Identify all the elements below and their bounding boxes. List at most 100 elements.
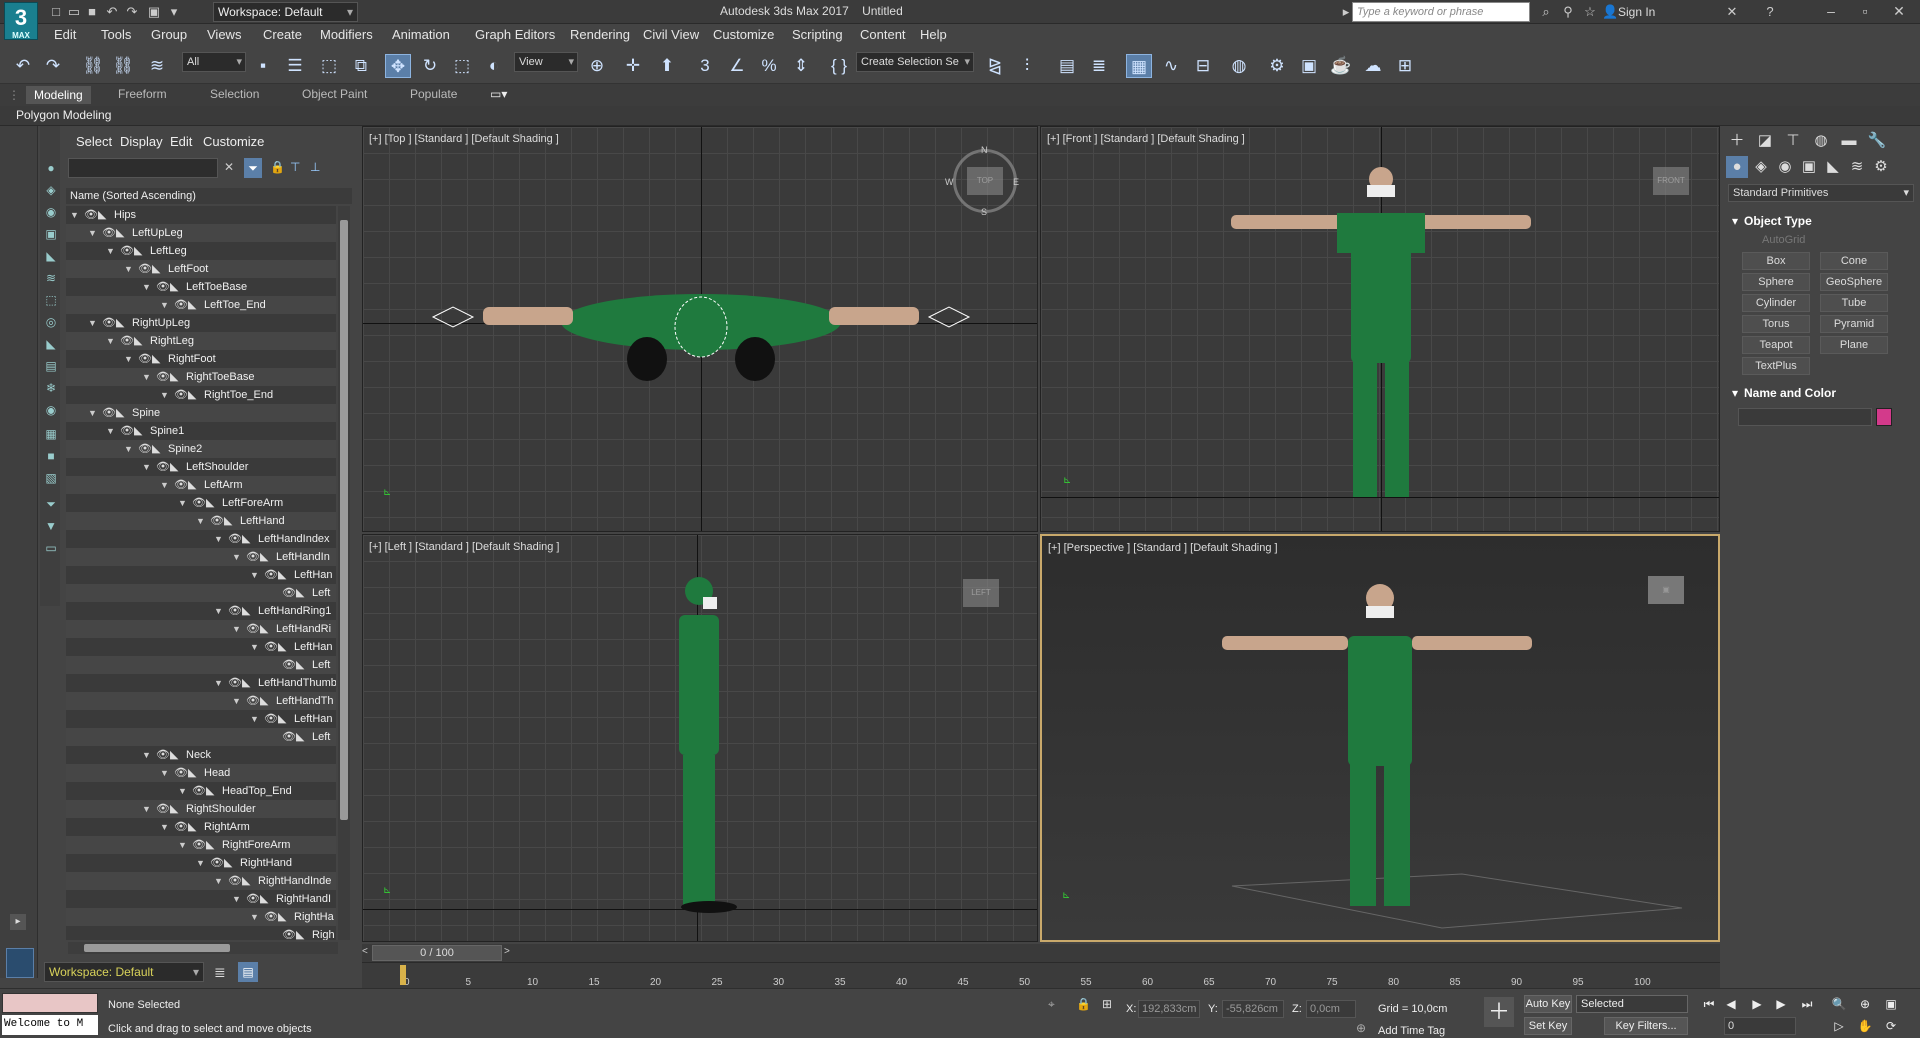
exchange-apps-icon[interactable]: ✕ [1724,4,1740,20]
filter-icon[interactable]: ⏷ [43,496,59,512]
visibility-eye-icon[interactable]: 👁 [228,674,242,692]
tree-row[interactable]: ▼ 👁 ◣ LeftHand [66,512,336,530]
expand-toggle-icon[interactable]: ▼ [214,674,223,692]
menu-customize[interactable]: Customize [713,27,774,42]
display-xrefs-icon[interactable]: ◎ [43,314,59,330]
lock-icon[interactable]: 🔒 [270,160,285,174]
visibility-eye-icon[interactable]: 👁 [264,638,278,656]
unlink-selection-icon[interactable]: ⛓ [110,54,136,78]
cone-button[interactable]: Cone [1820,252,1888,270]
pivot-point-center-icon[interactable]: ⊕ [584,54,610,78]
expand-toggle-icon[interactable]: ▼ [232,548,241,566]
help-icon[interactable]: ? [1762,4,1778,20]
tree-row[interactable]: ▼ 👁 ◣ LeftHandIndex [66,530,336,548]
toggle-layer-explorer-icon[interactable]: ≣ [1086,54,1112,78]
expand-toggle-icon[interactable]: ▼ [88,224,97,242]
tree-row[interactable]: ▼ 👁 ◣ RightToe_End [66,386,336,404]
display-cameras-icon[interactable]: ▣ [43,226,59,242]
menu-edit[interactable]: Edit [54,27,76,42]
expand-toggle-icon[interactable]: ▼ [160,764,169,782]
time-slider-next-icon[interactable]: > [504,946,510,957]
menu-civil-view[interactable]: Civil View [643,27,699,42]
visibility-eye-icon[interactable]: 👁 [264,908,278,926]
expand-toggle-icon[interactable]: ▼ [142,278,151,296]
folder-icon[interactable]: ▭ [43,540,59,556]
z-coordinate-field[interactable]: 0,0cm [1306,1000,1356,1018]
visibility-eye-icon[interactable]: 👁 [282,728,296,746]
play-icon[interactable]: ▶ [1748,995,1766,1013]
visibility-eye-icon[interactable]: 👁 [282,584,296,602]
tree-row[interactable]: ▼ 👁 ◣ RightToeBase [66,368,336,386]
expand-toggle-icon[interactable]: ▼ [178,494,187,512]
expand-toggle-icon[interactable]: ▼ [70,206,79,224]
tree-row[interactable]: ▼ 👁 ◣ RightForeArm [66,836,336,854]
expand-toggle-icon[interactable]: ▼ [124,260,133,278]
viewport-layout-icon[interactable] [6,948,34,978]
viewport-perspective[interactable]: [+] [Perspective ] [Standard ] [Default … [1040,534,1720,942]
display-bones-icon[interactable]: ◣ [43,336,59,352]
time-cursor[interactable] [400,965,406,985]
tree-row[interactable]: ▼ 👁 ◣ LeftLeg [66,242,336,260]
zoom-icon[interactable]: 🔍 [1830,995,1848,1013]
favorites-star-icon[interactable]: ☆ [1582,4,1598,20]
select-and-link-icon[interactable]: ⛓ [80,54,106,78]
menu-group[interactable]: Group [151,27,187,42]
layers-icon[interactable]: ≣ [214,964,226,981]
subscription-icon[interactable]: ⚲ [1560,4,1576,20]
selection-lock-icon[interactable]: 🔒 [1076,997,1091,1011]
expand-toggle-icon[interactable]: ▼ [160,296,169,314]
key-filters-button[interactable]: Key Filters... [1604,1017,1688,1035]
tree-row[interactable]: ▼ 👁 ◣ LeftHan [66,710,336,728]
visibility-eye-icon[interactable]: 👁 [192,494,206,512]
percent-snap-icon[interactable]: % [756,54,782,78]
visibility-eye-icon[interactable]: 👁 [156,278,170,296]
visibility-eye-icon[interactable]: 👁 [156,746,170,764]
rollout-name-and-color[interactable]: Name and Color [1728,384,1914,402]
display-all-icon[interactable]: ▦ [43,426,59,442]
edit-named-selection-icon[interactable]: { } [826,54,852,78]
display-none-icon[interactable]: ■ [43,448,59,464]
workspace-dropdown[interactable]: Workspace: Default [213,2,358,22]
hierarchy-icon[interactable]: ⊤ [290,160,300,174]
absolute-transform-icon[interactable]: ⊞ [1102,997,1112,1011]
tab-modeling[interactable]: Modeling [26,86,91,104]
display-shapes-icon[interactable]: ◈ [43,182,59,198]
lights-icon[interactable]: ◉ [1774,156,1796,178]
expand-toggle-icon[interactable]: ▼ [232,620,241,638]
pyramid-button[interactable]: Pyramid [1820,315,1888,333]
tree-row[interactable]: 👁 ◣ Left [66,656,336,674]
character-perspective-view[interactable] [1042,536,1720,942]
visibility-eye-icon[interactable]: 👁 [210,854,224,872]
visibility-eye-icon[interactable]: 👁 [246,692,260,710]
tree-row[interactable]: ▼ 👁 ◣ LeftToeBase [66,278,336,296]
visibility-eye-icon[interactable]: 👁 [264,710,278,728]
menu-scripting[interactable]: Scripting [792,27,843,42]
polygon-modeling-panel[interactable]: Polygon Modeling [16,108,111,122]
expand-toggle-icon[interactable]: ▼ [250,908,259,926]
expand-toggle-icon[interactable]: ▼ [142,746,151,764]
tree-row[interactable]: 👁 ◣ Left [66,584,336,602]
minimize-window-icon[interactable]: – [1816,0,1846,22]
bind-to-space-warp-icon[interactable]: ≋ [144,54,170,78]
tab-freeform[interactable]: Freeform [118,87,167,101]
field-of-view-icon[interactable]: ▷ [1830,1017,1848,1035]
tree-row[interactable]: ▼ 👁 ◣ LeftUpLeg [66,224,336,242]
display-invert-icon[interactable]: ▧ [43,470,59,486]
funnel-icon[interactable]: ▼ [43,518,59,534]
time-slider[interactable]: 0 / 100 [372,945,502,961]
tree-row[interactable]: ▼ 👁 ◣ RightLeg [66,332,336,350]
visibility-eye-icon[interactable]: 👁 [102,404,116,422]
rendered-frame-window-icon[interactable]: ▣ [1296,54,1322,78]
visibility-eye-icon[interactable]: 👁 [174,476,188,494]
tree-row[interactable]: ▼ 👁 ◣ LeftHan [66,566,336,584]
display-containers-icon[interactable]: ▤ [43,358,59,374]
named-selection-sets-dropdown[interactable]: Create Selection Se [856,52,974,72]
clear-search-icon[interactable]: ✕ [224,160,234,174]
tree-row[interactable]: ▼ 👁 ◣ Hips [66,206,336,224]
go-to-start-icon[interactable]: ⏮ [1700,995,1718,1013]
redo-icon[interactable]: ↷ [124,4,140,20]
sort-icon[interactable]: ▤ [238,962,258,982]
toggle-scene-explorer-icon[interactable]: ▤ [1054,54,1080,78]
tree-row[interactable]: ▼ 👁 ◣ RightHandInde [66,872,336,890]
next-frame-icon[interactable]: ▶ [1772,995,1790,1013]
